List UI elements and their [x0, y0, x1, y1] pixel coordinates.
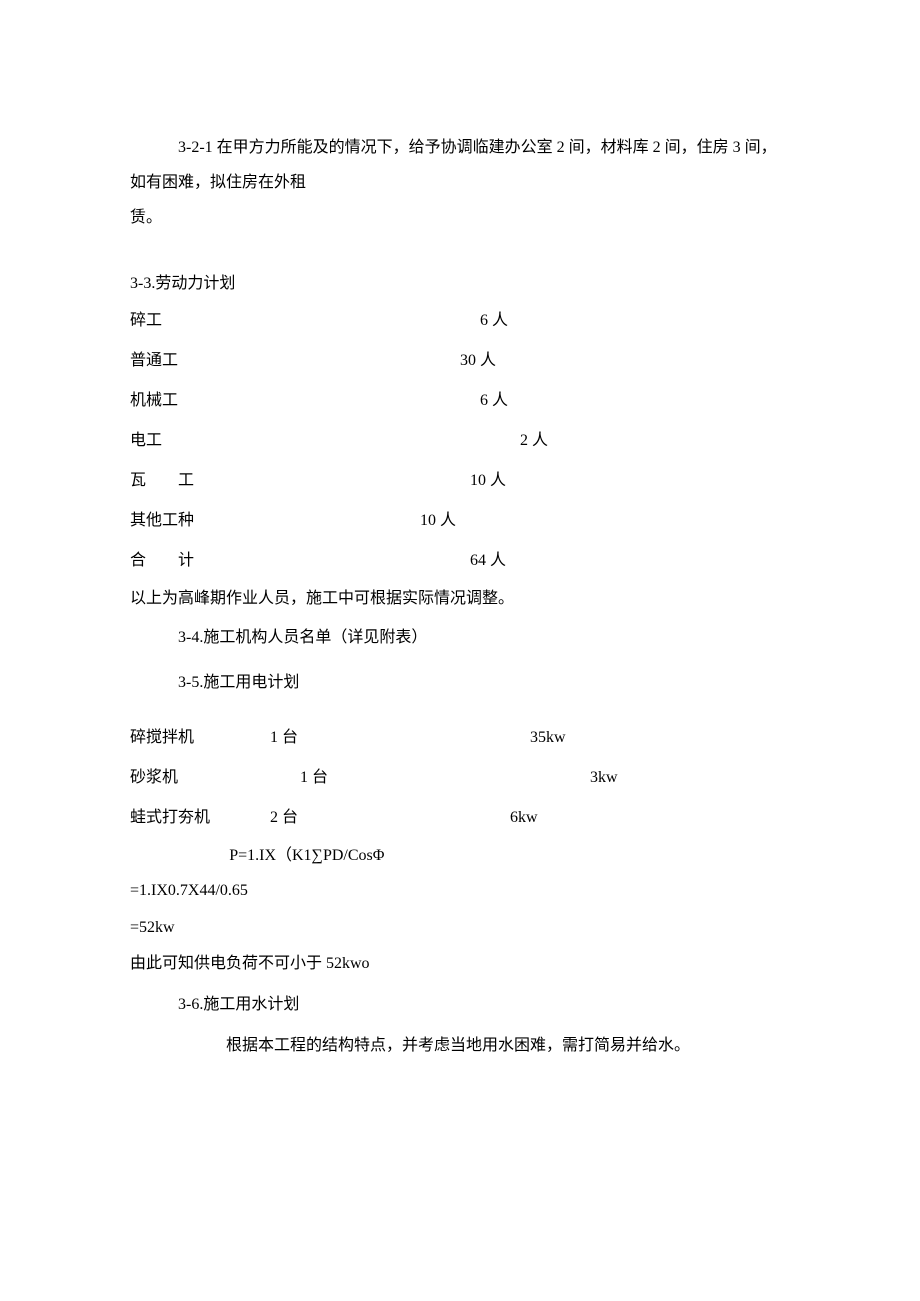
section-35-title: 3-5.施工用电计划 — [130, 661, 790, 706]
labor-row: 合 计64 人 — [130, 541, 790, 581]
labor-label: 碎工 — [130, 301, 460, 341]
equipment-power: 6kw — [490, 798, 790, 838]
labor-row: 电工2 人 — [130, 421, 790, 461]
labor-note: 以上为高峰期作业人员，施工中可根据实际情况调整。 — [130, 581, 790, 616]
labor-label: 电工 — [130, 421, 460, 461]
labor-row: 碎工6 人 — [130, 301, 790, 341]
formula-3: =52kw — [130, 910, 790, 947]
labor-label: 其他工种 — [130, 501, 420, 541]
formula-2: =1.IX0.7X44/0.65 — [130, 873, 790, 910]
equipment-list: 碎搅拌机1 台35kw砂浆机1 台3kw蛙式打夯机2 台6kw — [130, 718, 790, 838]
labor-value: 6 人 — [460, 381, 790, 421]
paragraph-321-cont: 赁。 — [130, 200, 790, 235]
labor-label: 合 计 — [130, 541, 460, 581]
equipment-power: 3kw — [490, 758, 790, 798]
labor-list: 碎工6 人普通工30 人机械工6 人电工2 人瓦 工10 人其他工种10 人合 … — [130, 301, 790, 581]
equipment-power: 35kw — [490, 718, 790, 758]
equipment-qty: 1 台 — [270, 758, 490, 798]
equipment-qty: 2 台 — [270, 798, 490, 838]
labor-label: 机械工 — [130, 381, 460, 421]
equipment-name: 蛙式打夯机 — [130, 798, 270, 838]
labor-value: 30 人 — [460, 341, 790, 381]
labor-value: 2 人 — [460, 421, 790, 461]
labor-value: 10 人 — [420, 501, 790, 541]
equipment-row: 蛙式打夯机2 台6kw — [130, 798, 790, 838]
paragraph-321: 3-2-1 在甲方力所能及的情况下，给予协调临建办公室 2 间，材料库 2 间，… — [130, 130, 790, 200]
labor-value: 64 人 — [460, 541, 790, 581]
labor-row: 其他工种10 人 — [130, 501, 790, 541]
labor-label: 普通工 — [130, 341, 460, 381]
water-note: 根据本工程的结构特点，并考虑当地用水困难，需打简易并给水。 — [130, 1028, 790, 1063]
labor-value: 6 人 — [460, 301, 790, 341]
equipment-qty: 1 台 — [270, 718, 490, 758]
equipment-row: 砂浆机1 台3kw — [130, 758, 790, 798]
section-33-title: 3-3.劳动力计划 — [130, 266, 790, 301]
equipment-name: 砂浆机 — [130, 758, 270, 798]
labor-row: 机械工6 人 — [130, 381, 790, 421]
section-36-title: 3-6.施工用水计划 — [130, 983, 790, 1028]
labor-row: 普通工30 人 — [130, 341, 790, 381]
equipment-row: 碎搅拌机1 台35kw — [130, 718, 790, 758]
labor-value: 10 人 — [460, 461, 790, 501]
labor-row: 瓦 工10 人 — [130, 461, 790, 501]
formula-1: P=1.IX（K1∑PD/CosΦ — [130, 838, 790, 873]
spacer — [130, 706, 790, 718]
section-34-title: 3-4.施工机构人员名单（详见附表） — [130, 616, 790, 661]
equipment-name: 碎搅拌机 — [130, 718, 270, 758]
labor-label: 瓦 工 — [130, 461, 460, 501]
spacer — [130, 236, 790, 266]
load-note: 由此可知供电负荷不可小于 52kwo — [130, 946, 790, 983]
